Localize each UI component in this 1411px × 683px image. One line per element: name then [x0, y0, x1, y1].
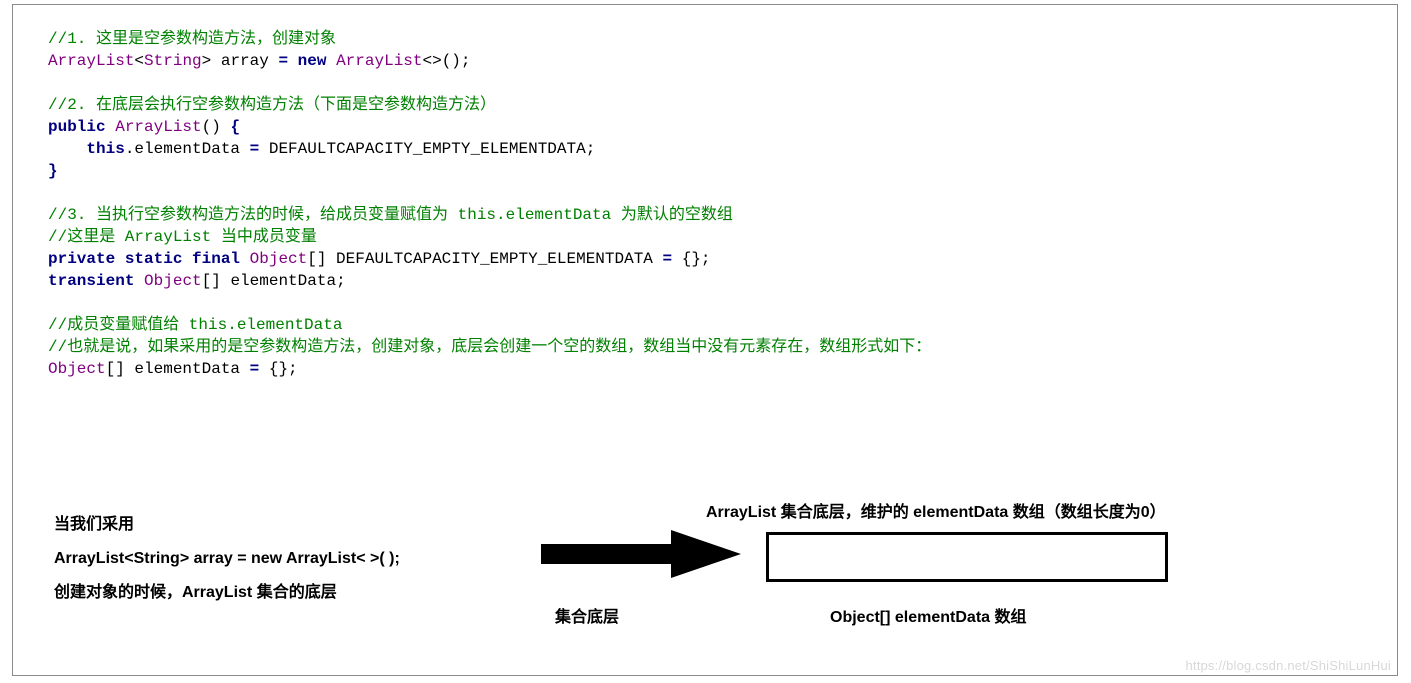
- code-keyword: =: [250, 360, 260, 378]
- code-text: [] DEFAULTCAPACITY_EMPTY_ELEMENTDATA: [307, 250, 662, 268]
- code-text: [326, 52, 336, 70]
- code-text: [134, 272, 144, 290]
- code-keyword: =: [663, 250, 673, 268]
- code-type: ArrayList: [48, 52, 134, 70]
- diagram: 当我们采用 ArrayList<String> array = new Arra…: [48, 480, 1358, 660]
- arrow-label: 集合底层: [555, 603, 619, 627]
- arrow-right-icon: [541, 524, 751, 584]
- code-text: {};: [259, 360, 297, 378]
- code-text: [48, 140, 86, 158]
- code-text: {};: [672, 250, 710, 268]
- code-text: [] elementData;: [202, 272, 346, 290]
- code-keyword: new: [298, 52, 327, 70]
- code-comment: //1. 这里是空参数构造方法，创建对象: [48, 30, 336, 48]
- code-text: [106, 118, 116, 136]
- code-text: .elementData: [125, 140, 250, 158]
- code-text: DEFAULTCAPACITY_EMPTY_ELEMENTDATA;: [259, 140, 595, 158]
- diagram-right-bottom: Object[] elementData 数组: [830, 603, 1027, 627]
- watermark: https://blog.csdn.net/ShiShiLunHui: [1185, 658, 1391, 673]
- code-text: [240, 250, 250, 268]
- code-type: Object: [144, 272, 202, 290]
- code-keyword: transient: [48, 272, 134, 290]
- code-text: > array: [202, 52, 279, 70]
- code-type: ArrayList: [336, 52, 422, 70]
- code-keyword: =: [278, 52, 297, 70]
- code-type: ArrayList: [115, 118, 201, 136]
- diagram-left-line3: 创建对象的时候，ArrayList 集合的底层: [54, 578, 400, 608]
- code-type: Object: [48, 360, 106, 378]
- code-comment: //3. 当执行空参数构造方法的时候，给成员变量赋值为 this.element…: [48, 206, 733, 224]
- diagram-left-text: 当我们采用 ArrayList<String> array = new Arra…: [54, 510, 400, 612]
- code-comment: //这里是 ArrayList 当中成员变量: [48, 228, 317, 246]
- code-text: [] elementData: [106, 360, 250, 378]
- code-text: <>();: [423, 52, 471, 70]
- code-keyword: {: [230, 118, 240, 136]
- code-keyword: =: [250, 140, 260, 158]
- code-keyword: }: [48, 162, 58, 180]
- diagram-left-line2: ArrayList<String> array = new ArrayList<…: [54, 544, 400, 574]
- code-text: (): [202, 118, 231, 136]
- diagram-left-line1: 当我们采用: [54, 510, 400, 540]
- code-keyword: this: [86, 140, 124, 158]
- code-type: Object: [250, 250, 308, 268]
- code-keyword: private static final: [48, 250, 240, 268]
- code-type: String: [144, 52, 202, 70]
- code-comment: //2. 在底层会执行空参数构造方法（下面是空参数构造方法）: [48, 96, 496, 114]
- code-text: <: [134, 52, 144, 70]
- diagram-right-title: ArrayList 集合底层，维护的 elementData 数组（数组长度为0…: [706, 498, 1166, 522]
- code-block: //1. 这里是空参数构造方法，创建对象 ArrayList<String> a…: [48, 28, 931, 380]
- code-keyword: public: [48, 118, 106, 136]
- code-comment: //也就是说，如果采用的是空参数构造方法，创建对象，底层会创建一个空的数组，数组…: [48, 338, 931, 356]
- empty-array-box: [766, 532, 1168, 582]
- code-comment: //成员变量赋值给 this.elementData: [48, 316, 342, 334]
